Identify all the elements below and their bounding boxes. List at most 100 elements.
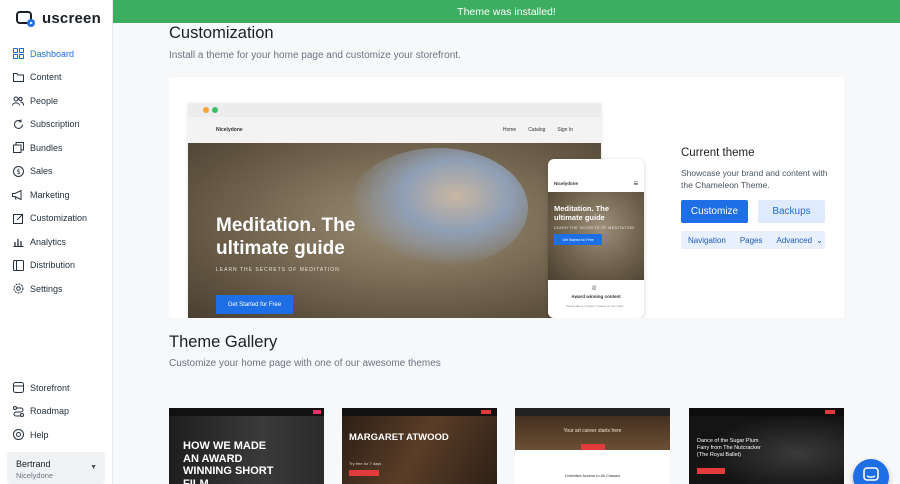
chat-icon (862, 466, 880, 484)
roadmap-icon (12, 405, 24, 417)
mobile-preview: Nicelydone ≡ Meditation. The ultimate gu… (548, 159, 644, 318)
preview-link-home: Home (502, 127, 517, 133)
thumb-nav (342, 408, 497, 416)
sidebar-item-label: Distribution (30, 260, 76, 271)
theme-thumbnail[interactable]: MARGARET ATWOOD Try free for 7 days (342, 408, 497, 484)
theme-subline: Try free for 7 days (349, 461, 382, 466)
theme-headline: Dance of the Sugar Plum Fairy from The N… (697, 438, 761, 459)
thumb-cta (697, 468, 725, 474)
desktop-preview: Nicelydone Home Catalog Sign In Meditati… (188, 103, 601, 318)
thumb-cta (581, 444, 605, 450)
sidebar-item-content[interactable]: Content (0, 66, 113, 90)
phone-nav: Nicelydone ≡ (548, 159, 644, 188)
hamburger-menu-icon: ≡ (633, 179, 638, 188)
sidebar-item-label: Content (30, 72, 62, 83)
sidebar-item-sales[interactable]: $ Sales (0, 160, 113, 184)
gallery-title: Theme Gallery (169, 333, 278, 351)
phone-brand: Nicelydone (554, 181, 579, 186)
sidebar-item-distribution[interactable]: Distribution (0, 254, 113, 278)
preview-nav: Nicelydone Home Catalog Sign In (188, 117, 601, 143)
phone-award-text: People like a "proven" product so your o… (566, 304, 626, 308)
sidebar-item-analytics[interactable]: Analytics (0, 230, 113, 254)
window-dot-icon (203, 107, 209, 113)
thumb-nav (169, 408, 324, 416)
hero-title: Meditation. The ultimate guide (216, 215, 356, 259)
sidebar-bottom-nav: Storefront Roadmap Help (0, 376, 113, 447)
thumb-nav (689, 408, 844, 416)
sidebar-item-marketing[interactable]: Marketing (0, 183, 113, 207)
thumb-nav (515, 408, 670, 416)
phone-cta: Get Started for Free (554, 234, 602, 245)
sidebar-item-help[interactable]: Help (0, 423, 113, 447)
sidebar-item-people[interactable]: People (0, 89, 113, 113)
hero-tagline: LEARN THE SECRETS OF MEDITATION (216, 267, 340, 273)
customize-button[interactable]: Customize (681, 200, 748, 223)
sidebar-item-label: Dashboard (30, 48, 75, 59)
thumb-nav-button (313, 410, 321, 414)
edit-icon (12, 212, 24, 224)
brand-logo[interactable]: uscreen (16, 10, 101, 27)
uscreen-logo-icon (16, 10, 36, 27)
success-banner: Theme was installed! (113, 0, 900, 23)
sidebar-item-label: Help (30, 429, 49, 440)
folder-icon (12, 71, 24, 83)
user-site: Nicelydone (16, 471, 54, 480)
sidebar-item-storefront[interactable]: Storefront (0, 376, 113, 400)
chat-launcher-button[interactable] (853, 459, 889, 484)
sidebar-item-bundles[interactable]: Bundles (0, 136, 113, 160)
brand-name: uscreen (42, 10, 101, 27)
page-subtitle: Install a theme for your home page and c… (169, 50, 461, 61)
sidebar-item-subscription[interactable]: Subscription (0, 113, 113, 137)
caret-down-icon: ▼ (90, 464, 97, 471)
store-icon (12, 382, 24, 394)
trophy-icon: ♕ (591, 285, 598, 292)
thumb-nav-button (825, 410, 835, 414)
chart-icon (12, 236, 24, 248)
sidebar-item-label: Storefront (30, 382, 70, 393)
dollar-icon: $ (12, 165, 24, 177)
sidebar-item-label: Marketing (30, 189, 70, 200)
help-icon (12, 429, 24, 441)
dashboard-icon (12, 48, 24, 60)
phone-award-title: Award winning content (571, 294, 621, 299)
account-switcher[interactable]: Bertrand Nicelydone ▼ (7, 452, 105, 484)
refresh-icon (12, 118, 24, 130)
gear-icon (12, 283, 24, 295)
preview-link-signin: Sign In (557, 127, 573, 133)
chevron-down-icon: ⌄ (816, 235, 823, 245)
phone-hero: Meditation. The ultimate guide LEARN THE… (548, 192, 644, 280)
phone-title: Meditation. The ultimate guide (554, 204, 609, 222)
theme-subline: Unlimited Access to All Classes (564, 473, 621, 478)
browser-titlebar (188, 103, 601, 117)
theme-headline: MARGARET ATWOOD (349, 432, 449, 443)
sidebar-item-label: Settings (30, 283, 63, 294)
sidebar: uscreen Dashboard Content People Subscri… (0, 0, 113, 484)
theme-thumbnail[interactable]: HOW WE MADE AN AWARD WINNING SHORT FILM (169, 408, 324, 484)
sidebar-item-roadmap[interactable]: Roadmap (0, 400, 113, 424)
current-theme-description: Showcase your brand and content with the… (681, 168, 828, 191)
user-name: Bertrand (16, 459, 51, 469)
layers-icon (12, 142, 24, 154)
sidebar-item-label: Bundles (30, 142, 63, 153)
hero-cta: Get Started for Free (216, 295, 293, 314)
devices-icon (12, 259, 24, 271)
megaphone-icon (12, 189, 24, 201)
banner-text: Theme was installed! (457, 5, 556, 18)
thumb-nav-button (481, 410, 491, 414)
sidebar-item-settings[interactable]: Settings (0, 277, 113, 301)
pages-link[interactable]: Pages (740, 236, 763, 245)
sidebar-item-label: Subscription (30, 119, 80, 130)
backups-button[interactable]: Backups (758, 200, 825, 223)
theme-thumbnail[interactable]: Your art career starts here Unlimited Ac… (515, 408, 670, 484)
svg-text:$: $ (16, 168, 20, 176)
phone-tagline: LEARN THE SECRETS OF MEDITATION (554, 226, 635, 230)
theme-headline: HOW WE MADE AN AWARD WINNING SHORT FILM (183, 440, 274, 484)
sidebar-item-dashboard[interactable]: Dashboard (0, 42, 113, 66)
advanced-dropdown[interactable]: Advanced (777, 236, 813, 245)
theme-thumbnail[interactable]: Dance of the Sugar Plum Fairy from The N… (689, 408, 844, 484)
sidebar-item-label: Sales (30, 166, 53, 177)
navigation-link[interactable]: Navigation (688, 236, 726, 245)
sidebar-item-customization[interactable]: Customization (0, 207, 113, 231)
preview-hero: Meditation. The ultimate guide LEARN THE… (188, 143, 601, 318)
thumb-cta (349, 470, 379, 476)
